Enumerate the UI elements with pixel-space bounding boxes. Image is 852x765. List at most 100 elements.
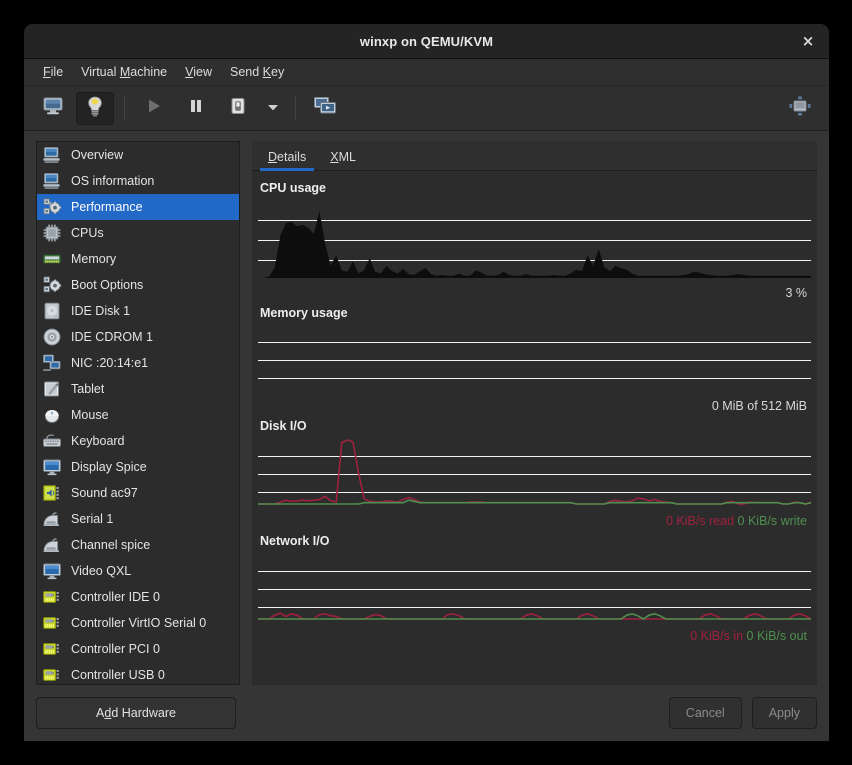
add-hardware-button[interactable]: Add Hardware	[36, 697, 236, 729]
sidebar-item-controller-pci-0[interactable]: Controller PCI 0	[37, 636, 239, 662]
cdrom-icon	[42, 327, 62, 347]
close-icon[interactable]: ×	[797, 30, 819, 52]
play-icon	[144, 96, 164, 121]
sidebar-item-label: CPUs	[71, 226, 104, 240]
menu-virtual-machine[interactable]: Virtual Machine	[72, 62, 176, 82]
sidebar-item-mouse[interactable]: Mouse	[37, 402, 239, 428]
hardware-list[interactable]: Overview OS information Performance CPUs…	[36, 141, 240, 685]
sidebar-item-cpus[interactable]: CPUs	[37, 220, 239, 246]
performance-panel: CPU usage 3 % Memory usage 0 MiB of 512 …	[252, 171, 817, 685]
disk-io-value: 0 KiB/s read 0 KiB/s write	[258, 510, 811, 532]
mouse-icon	[42, 405, 62, 425]
apply-button[interactable]: Apply	[751, 697, 817, 729]
disk-io-chart	[258, 439, 811, 505]
toolbar	[24, 86, 829, 131]
menu-send-key[interactable]: Send Key	[221, 62, 293, 82]
fullscreen-icon	[787, 94, 813, 123]
details-pane: Details XML CPU usage 3 % Memory usage 0…	[252, 141, 817, 685]
computer-icon	[42, 145, 62, 165]
sidebar-item-controller-virtio-serial-0[interactable]: Controller VirtIO Serial 0	[37, 610, 239, 636]
network-icon	[42, 353, 62, 373]
sidebar-item-sound-ac97[interactable]: Sound ac97	[37, 480, 239, 506]
show-console-button[interactable]	[34, 92, 72, 125]
fullscreen-button[interactable]	[781, 92, 819, 125]
pause-icon	[186, 96, 206, 121]
sidebar-item-controller-ide-0[interactable]: Controller IDE 0	[37, 584, 239, 610]
performance-icon	[42, 197, 62, 217]
sidebar-item-label: Channel spice	[71, 538, 151, 552]
disk-write-value: 0 KiB/s write	[737, 514, 807, 528]
network-io-value: 0 KiB/s in 0 KiB/s out	[258, 625, 811, 647]
memory-usage-graph	[258, 325, 811, 395]
menu-view[interactable]: View	[176, 62, 221, 82]
sidebar-item-nic[interactable]: NIC :20:14:e1	[37, 350, 239, 376]
disk-read-series	[258, 439, 811, 505]
sidebar-item-os-information[interactable]: OS information	[37, 168, 239, 194]
pause-button[interactable]	[177, 92, 215, 125]
memory-icon	[42, 249, 62, 269]
sidebar-item-label: Performance	[71, 200, 143, 214]
sidebar-item-label: Keyboard	[71, 434, 125, 448]
memory-usage-value: 0 MiB of 512 MiB	[711, 399, 807, 413]
sidebar-item-label: Controller USB 0	[71, 668, 165, 682]
window-title: winxp on QEMU/KVM	[359, 33, 494, 49]
serial-icon	[42, 509, 62, 529]
sidebar-item-boot-options[interactable]: Boot Options	[37, 272, 239, 298]
sidebar-item-label: Controller PCI 0	[71, 642, 160, 656]
toolbar-separator	[124, 95, 125, 121]
sidebar-item-controller-usb-0[interactable]: Controller USB 0	[37, 662, 239, 684]
cpu-usage-graph	[258, 200, 811, 282]
sidebar-item-overview[interactable]: Overview	[37, 142, 239, 168]
sidebar-item-label: Mouse	[71, 408, 109, 422]
tab-xml[interactable]: XML	[318, 146, 368, 170]
boot-options-icon	[42, 275, 62, 295]
computer-icon	[42, 171, 62, 191]
power-icon	[228, 96, 248, 121]
run-button[interactable]	[135, 92, 173, 125]
network-io-graph	[258, 553, 811, 625]
keyboard-icon	[42, 431, 62, 451]
snapshots-button[interactable]	[306, 92, 344, 125]
footer: Add Hardware Cancel Apply	[24, 685, 829, 741]
sidebar-item-ide-cdrom-1[interactable]: IDE CDROM 1	[37, 324, 239, 350]
sidebar-item-ide-disk-1[interactable]: IDE Disk 1	[37, 298, 239, 324]
chevron-down-icon	[266, 99, 280, 117]
tablet-icon	[42, 379, 62, 399]
network-in-value: 0 KiB/s in	[690, 629, 744, 643]
disk-write-series	[258, 499, 811, 505]
cpu-chip-icon	[42, 223, 62, 243]
virt-manager-window: winxp on QEMU/KVM × File Virtual Machine…	[24, 24, 829, 741]
sidebar-item-label: Tablet	[71, 382, 105, 396]
shutdown-menu-button[interactable]	[261, 92, 285, 125]
sidebar-item-keyboard[interactable]: Keyboard	[37, 428, 239, 454]
display-icon	[42, 457, 62, 477]
tabbar: Details XML	[252, 141, 817, 171]
sidebar-item-label: OS information	[71, 174, 155, 188]
shutdown-button[interactable]	[219, 92, 257, 125]
sidebar-item-label: Overview	[71, 148, 124, 162]
monitor-icon	[42, 96, 64, 121]
sidebar-item-video-qxl[interactable]: Video QXL	[37, 558, 239, 584]
cpu-usage-title: CPU usage	[260, 181, 326, 195]
sidebar-item-label: NIC :20:14:e1	[71, 356, 149, 370]
gridlines	[258, 220, 811, 261]
show-details-button[interactable]	[76, 91, 114, 125]
cancel-button[interactable]: Cancel	[668, 697, 742, 729]
menu-file[interactable]: File	[34, 62, 72, 82]
sidebar-item-label: Sound ac97	[71, 486, 138, 500]
sidebar-item-channel-spice[interactable]: Channel spice	[37, 532, 239, 558]
snapshots-icon	[313, 96, 337, 121]
serial-icon	[42, 535, 62, 555]
sidebar-item-performance[interactable]: Performance	[37, 194, 239, 220]
sidebar-item-display-spice[interactable]: Display Spice	[37, 454, 239, 480]
controller-icon	[42, 613, 62, 633]
tab-details[interactable]: Details	[256, 146, 318, 171]
memory-usage-chart	[258, 342, 811, 379]
body: Overview OS information Performance CPUs…	[24, 131, 829, 685]
network-io-section: Network I/O 0 KiB/s in 0 KiB/s out	[252, 532, 817, 647]
sidebar-item-serial-1[interactable]: Serial 1	[37, 506, 239, 532]
sidebar-item-tablet[interactable]: Tablet	[37, 376, 239, 402]
sidebar-item-label: Video QXL	[71, 564, 132, 578]
sidebar-item-memory[interactable]: Memory	[37, 246, 239, 272]
disk-io-graph	[258, 438, 811, 510]
